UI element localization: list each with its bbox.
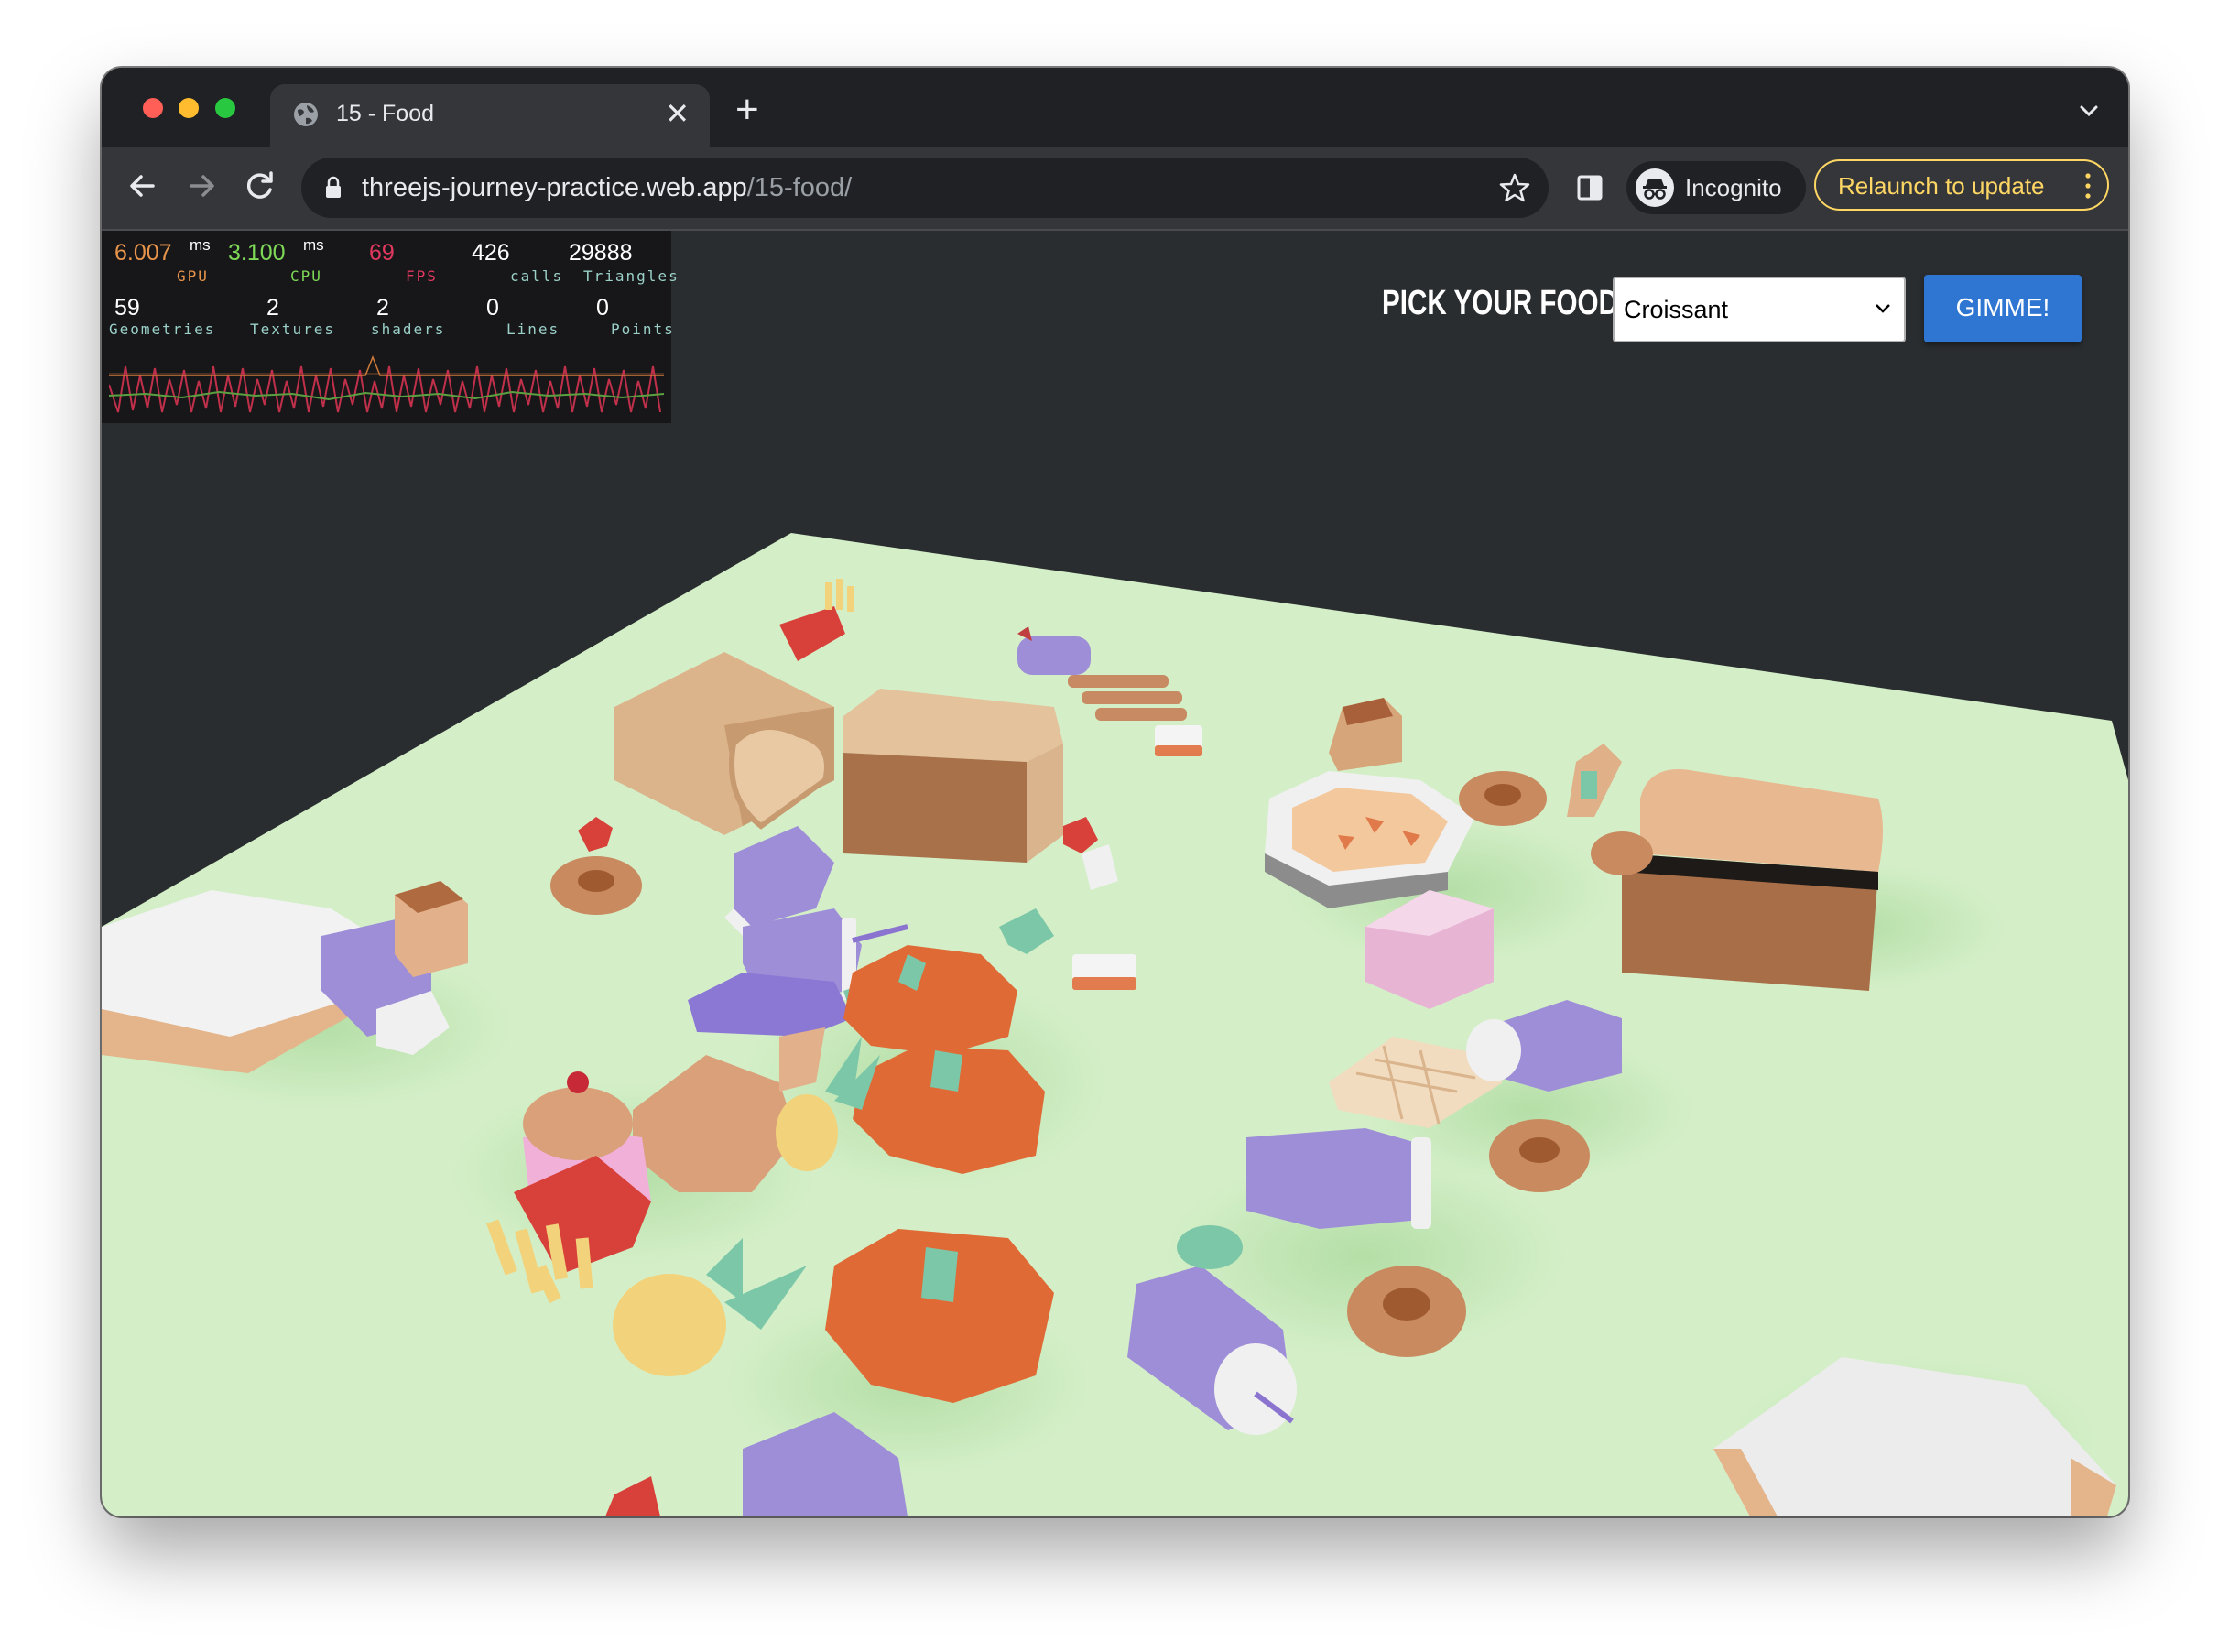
minimize-window-button[interactable] bbox=[179, 98, 199, 118]
gpu-unit: ms bbox=[190, 236, 211, 254]
tab-title: 15 - Food bbox=[336, 101, 435, 126]
geometries-label: Geometries bbox=[109, 321, 216, 338]
webgl-canvas[interactable]: 6.007 ms GPU 3.100 ms CPU 69 FPS 426 cal… bbox=[102, 231, 2128, 1516]
sushi bbox=[1072, 954, 1136, 990]
close-icon[interactable]: ✕ bbox=[665, 97, 690, 130]
food-scene[interactable] bbox=[102, 231, 2128, 1516]
fps-label: FPS bbox=[406, 267, 438, 285]
soda-cup bbox=[1246, 1128, 1431, 1229]
gimme-button[interactable]: GIMME! bbox=[1924, 275, 2082, 342]
donut bbox=[550, 856, 642, 915]
lines-label: Lines bbox=[506, 321, 560, 338]
lock-icon[interactable] bbox=[323, 176, 343, 200]
perf-stats-panel: 6.007 ms GPU 3.100 ms CPU 69 FPS 426 cal… bbox=[102, 231, 678, 423]
star-icon[interactable] bbox=[1497, 170, 1532, 205]
browser-window: 15 - Food ✕ + threejs-journey-practice.w… bbox=[102, 68, 2128, 1516]
url-path: /15-food/ bbox=[746, 173, 853, 202]
tab-active[interactable]: 15 - Food ✕ bbox=[270, 84, 710, 147]
donut bbox=[1591, 831, 1653, 875]
relaunch-label: Relaunch to update bbox=[1838, 172, 2045, 200]
toolbar: threejs-journey-practice.web.app/15-food… bbox=[102, 147, 2128, 231]
gpu-value: 6.007 bbox=[114, 240, 172, 266]
url-host: threejs-journey-practice.web.app bbox=[362, 173, 747, 202]
globe-icon bbox=[294, 103, 318, 126]
cpu-unit: ms bbox=[303, 236, 324, 254]
close-window-button[interactable] bbox=[143, 98, 163, 118]
cpu-value: 3.100 bbox=[228, 240, 286, 266]
points-value: 0 bbox=[596, 295, 609, 321]
back-arrow-icon[interactable] bbox=[122, 165, 164, 207]
geometries-value: 59 bbox=[114, 295, 140, 321]
lines-value: 0 bbox=[486, 295, 499, 321]
address-bar[interactable]: threejs-journey-practice.web.app/15-food… bbox=[301, 158, 1549, 218]
textures-label: Textures bbox=[250, 321, 336, 338]
bread-loaf bbox=[1622, 769, 1883, 991]
food-picker-label: PICK YOUR FOOD bbox=[1382, 284, 1619, 322]
side-panel-icon[interactable] bbox=[1576, 174, 1604, 201]
reload-icon[interactable] bbox=[239, 165, 281, 207]
food-select-value: Croissant bbox=[1624, 296, 1729, 323]
shaders-value: 2 bbox=[376, 295, 389, 321]
url-text[interactable]: threejs-journey-practice.web.app/15-food… bbox=[362, 173, 852, 203]
flan bbox=[395, 881, 468, 977]
triangles-label: Triangles bbox=[583, 267, 680, 285]
points-label: Points bbox=[611, 321, 675, 338]
more-vert-icon[interactable] bbox=[2085, 172, 2091, 200]
gimme-button-label: GIMME! bbox=[1955, 293, 2050, 321]
zoom-window-button[interactable] bbox=[215, 98, 235, 118]
gpu-label: GPU bbox=[177, 267, 209, 285]
calls-value: 426 bbox=[472, 240, 510, 266]
perf-graph bbox=[109, 354, 664, 413]
bread-loaf bbox=[843, 689, 1063, 863]
cpu-label: CPU bbox=[290, 267, 322, 285]
sushi bbox=[1155, 725, 1202, 756]
fps-value: 69 bbox=[369, 240, 395, 266]
relaunch-button[interactable]: Relaunch to update bbox=[1814, 159, 2109, 211]
donut bbox=[1347, 1266, 1466, 1357]
incognito-label: Incognito bbox=[1685, 174, 1782, 201]
incognito-icon bbox=[1636, 168, 1674, 207]
chevron-down-icon[interactable] bbox=[2077, 99, 2101, 123]
shaders-label: shaders bbox=[371, 321, 446, 338]
forward-arrow-icon[interactable] bbox=[180, 165, 223, 207]
incognito-chip[interactable]: Incognito bbox=[1626, 161, 1806, 214]
pear bbox=[1177, 1225, 1243, 1269]
triangles-value: 29888 bbox=[569, 240, 633, 266]
donut bbox=[1489, 1119, 1590, 1192]
textures-value: 2 bbox=[266, 295, 279, 321]
plus-icon[interactable]: + bbox=[735, 90, 759, 130]
donut bbox=[1459, 771, 1547, 826]
chevron-down-icon bbox=[1876, 304, 1890, 313]
food-select[interactable]: Croissant bbox=[1613, 277, 1906, 342]
tab-bar: 15 - Food ✕ + bbox=[102, 68, 2128, 147]
calls-label: calls bbox=[510, 267, 564, 285]
